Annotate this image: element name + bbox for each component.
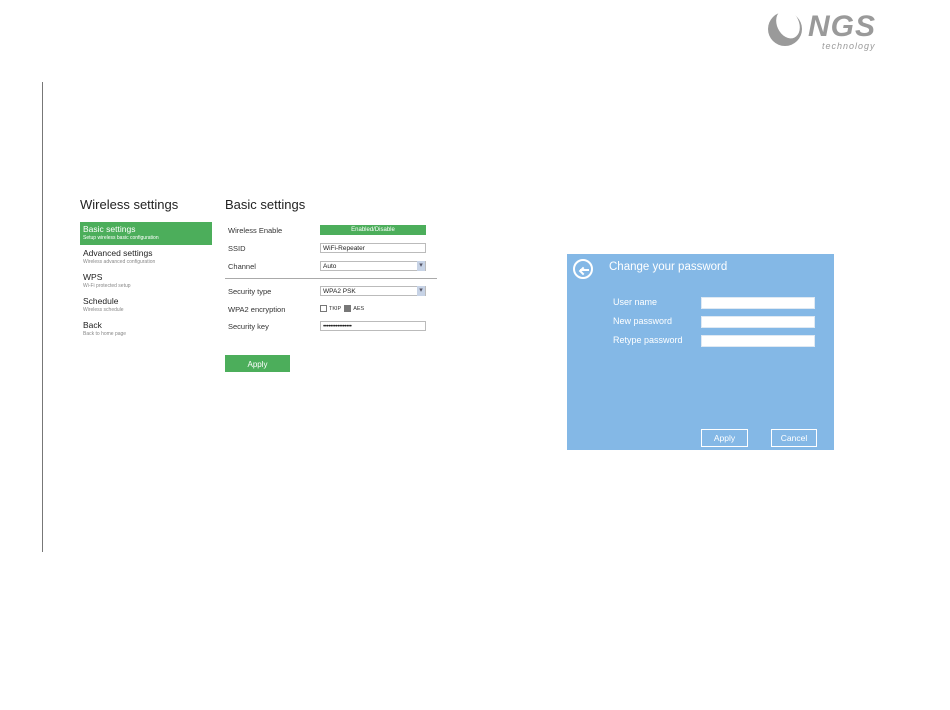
menu-item-label: Back — [83, 320, 102, 330]
tkip-label: TKIP — [329, 305, 342, 312]
retype-password-input[interactable] — [701, 335, 815, 347]
menu-item-desc: Back to home page — [83, 331, 127, 337]
ssid-input[interactable]: WiFi-Repeater — [320, 243, 426, 253]
ngs-logo-mark-icon — [768, 12, 802, 46]
security-key-input[interactable]: •••••••••••••••• — [320, 321, 426, 331]
menu-item-label: Schedule — [83, 296, 119, 306]
encryption-options: TKIP AES — [320, 305, 364, 312]
new-password-input[interactable] — [701, 316, 815, 328]
left-divider — [42, 82, 43, 552]
aes-checkbox[interactable] — [344, 305, 352, 312]
username-label: User name — [613, 297, 658, 307]
ssid-row: SSID WiFi-Repeater — [228, 243, 428, 255]
dialog-cancel-button[interactable]: Cancel — [771, 429, 817, 447]
dialog-title: Change your password — [609, 261, 728, 273]
menu-item-desc: Wi-Fi protected setup — [83, 283, 131, 289]
menu-item-label: Advanced settings — [83, 248, 153, 258]
wpa2-encryption-label: WPA2 encryption — [228, 305, 286, 314]
security-key-row: Security key •••••••••••••••• — [228, 321, 428, 333]
menu-item-label: Basic settings — [83, 224, 136, 234]
logo-subtitle: technology — [822, 41, 876, 51]
security-type-row: Security type WPA2 PSK — [228, 286, 428, 298]
security-key-label: Security key — [228, 322, 269, 331]
apply-button[interactable]: Apply — [225, 355, 290, 372]
menu-item-wps[interactable]: WPS Wi-Fi protected setup — [80, 270, 212, 293]
channel-label: Channel — [228, 262, 256, 271]
channel-row: Channel Auto — [228, 261, 428, 273]
form-separator — [225, 278, 437, 279]
channel-select[interactable]: Auto — [320, 261, 426, 271]
wireless-settings-title: Wireless settings — [80, 197, 179, 212]
security-type-select[interactable]: WPA2 PSK — [320, 286, 426, 296]
menu-item-schedule[interactable]: Schedule Wireless schedule — [80, 294, 212, 317]
basic-settings-title: Basic settings — [225, 197, 306, 212]
wireless-enable-row: Wireless Enable Enabled/Disable — [228, 225, 428, 237]
aes-label: AES — [353, 305, 365, 312]
ssid-label: SSID — [228, 244, 246, 253]
menu-item-label: WPS — [83, 272, 103, 282]
wpa2-encryption-row: WPA2 encryption TKIP AES — [228, 304, 428, 316]
wireless-menu: Basic settings Setup wireless basic conf… — [80, 222, 212, 342]
menu-item-desc: Setup wireless basic configuration — [83, 235, 159, 241]
retype-password-label: Retype password — [613, 335, 683, 345]
tkip-checkbox[interactable] — [320, 305, 327, 312]
back-arrow-icon[interactable] — [573, 259, 593, 279]
username-input[interactable] — [701, 297, 815, 309]
ngs-logo: NGS technology — [768, 10, 913, 52]
change-password-dialog: Change your password User name New passw… — [567, 254, 834, 450]
security-type-label: Security type — [228, 287, 272, 296]
new-password-label: New password — [613, 316, 673, 326]
wireless-enable-label: Wireless Enable — [228, 226, 283, 235]
wireless-enable-toggle[interactable]: Enabled/Disable — [320, 225, 426, 235]
menu-item-basic-settings[interactable]: Basic settings Setup wireless basic conf… — [80, 222, 212, 245]
logo-word: NGS — [808, 10, 877, 43]
menu-item-desc: Wireless advanced configuration — [83, 259, 156, 265]
menu-item-advanced-settings[interactable]: Advanced settings Wireless advanced conf… — [80, 246, 212, 269]
menu-item-back[interactable]: Back Back to home page — [80, 318, 212, 341]
dialog-apply-button[interactable]: Apply — [701, 429, 748, 447]
menu-item-desc: Wireless schedule — [83, 307, 124, 313]
